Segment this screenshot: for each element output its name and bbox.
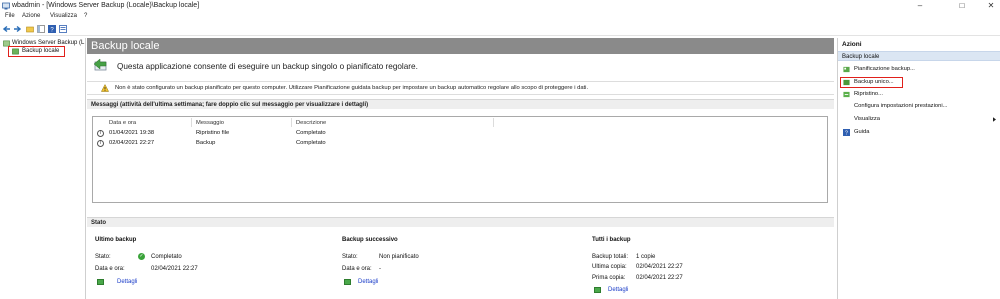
first-copy-value: 02/04/2021 22:27 [636,275,683,281]
row-message: Ripristino file [196,130,230,136]
last-state-value: Completato [151,254,182,260]
folder-up-icon[interactable] [26,25,34,33]
last-details-link[interactable]: Dettagli [117,279,137,285]
action-performance-settings[interactable]: Configura impostazioni prestazioni... [843,102,998,111]
last-backup-title: Ultimo backup [95,237,137,243]
details-icon [594,287,601,293]
row-description: Completato [296,140,326,146]
menu-bar: File Azione Visualizza ? [0,12,1000,21]
action-help[interactable]: ? Guida [843,128,998,137]
action-label: Configura impostazioni prestazioni... [854,103,948,109]
forward-arrow-icon[interactable] [13,25,21,33]
info-icon: i [97,140,104,147]
console-tree-icon[interactable] [37,25,45,33]
actions-header: Azioni [838,40,1000,49]
action-restore[interactable]: Ripristino... [843,90,998,99]
next-time-value: - [379,266,381,272]
schedule-icon [843,66,850,73]
menu-file[interactable]: File [5,13,15,19]
info-icon: i [97,130,104,137]
next-backup-title: Backup successivo [342,237,398,243]
window-title: wbadmin - [Windows Server Backup (Locale… [12,2,200,9]
app-icon [2,2,10,10]
last-state-label: Stato: [95,254,111,260]
action-label: Ripristino... [854,91,883,97]
all-details-link[interactable]: Dettagli [608,287,628,293]
row-message: Backup [196,140,216,146]
title-bar: wbadmin - [Windows Server Backup (Locale… [0,0,1000,12]
all-backups-title: Tutti i backup [592,237,631,243]
close-button[interactable]: ✕ [984,1,998,11]
column-header-message[interactable]: Messaggio [196,120,224,126]
status-title: Stato [91,220,106,226]
next-state-value: Non pianificato [379,254,419,260]
console-tree: Windows Server Backup (L Backup locale [0,38,86,299]
total-value: 1 copie [636,254,656,260]
toolbar: ? [0,22,1000,36]
intro-text: Questa applicazione consente di eseguire… [117,62,418,71]
details-icon [344,279,351,285]
status-section-header: Stato [87,217,834,227]
column-separator [291,118,292,127]
actions-section-label: Backup locale [842,54,880,60]
menu-help[interactable]: ? [84,13,87,19]
column-header-description[interactable]: Descrizione [296,120,326,126]
messages-table[interactable]: Data e ora Messaggio Descrizione i 01/04… [92,116,828,203]
highlight-box [840,77,903,88]
actions-title: Azioni [842,41,862,48]
last-time-label: Data e ora: [95,266,125,272]
last-time-value: 02/04/2021 22:27 [151,266,198,272]
properties-icon[interactable] [59,25,67,33]
highlight-box [8,46,65,57]
row-date: 01/04/2021 19:38 [109,130,155,136]
menu-azione[interactable]: Azione [22,13,40,19]
success-check-icon: ✓ [138,253,145,260]
pane-header: Backup locale [87,38,834,54]
svg-text:?: ? [845,131,848,136]
action-label: Pianificazione backup... [854,66,915,72]
row-description: Completato [296,130,326,136]
warning-text: Non è stato configurato un backup pianif… [115,85,589,91]
warning-bar: Non è stato configurato un backup pianif… [87,81,834,95]
actions-section[interactable]: Backup locale [838,51,1000,61]
total-label: Backup totali: [592,254,629,260]
minimize-button[interactable]: – [913,1,927,11]
details-icon [97,279,104,285]
column-header-date[interactable]: Data e ora [109,120,136,126]
first-copy-label: Prima copia: [592,275,626,281]
column-separator [493,118,494,127]
latest-copy-label: Ultima copia: [592,264,627,270]
submenu-arrow-icon [993,117,996,122]
next-state-label: Stato: [342,254,358,260]
help-icon: ? [843,129,850,136]
page-title: Backup locale [91,40,160,52]
center-pane: Backup locale Questa applicazione consen… [87,38,834,299]
table-row[interactable]: i 01/04/2021 19:38 Ripristino file Compl… [93,129,827,138]
row-date: 02/04/2021 22:27 [109,140,155,146]
help-icon[interactable]: ? [48,25,56,33]
messages-title: Messaggi (attività dell'ultima settimana… [91,102,369,108]
actions-pane: Azioni Backup locale Pianificazione back… [837,38,1000,299]
column-separator [191,118,192,127]
maximize-button[interactable]: □ [955,1,969,11]
warning-icon [101,84,109,92]
action-view[interactable]: Visualizza [843,115,998,124]
table-row[interactable]: i 02/04/2021 22:27 Backup Completato [93,139,827,148]
back-arrow-icon[interactable] [3,25,11,33]
menu-visualizza[interactable]: Visualizza [50,13,77,19]
next-time-label: Data e ora: [342,266,372,272]
latest-copy-value: 02/04/2021 22:27 [636,264,683,270]
action-label: Visualizza [854,116,880,122]
next-details-link[interactable]: Dettagli [358,279,378,285]
action-backup-schedule[interactable]: Pianificazione backup... [843,65,998,74]
action-label: Guida [854,129,870,135]
messages-section-header: Messaggi (attività dell'ultima settimana… [87,99,834,109]
restore-icon [843,91,850,98]
backup-wizard-icon [93,58,107,71]
